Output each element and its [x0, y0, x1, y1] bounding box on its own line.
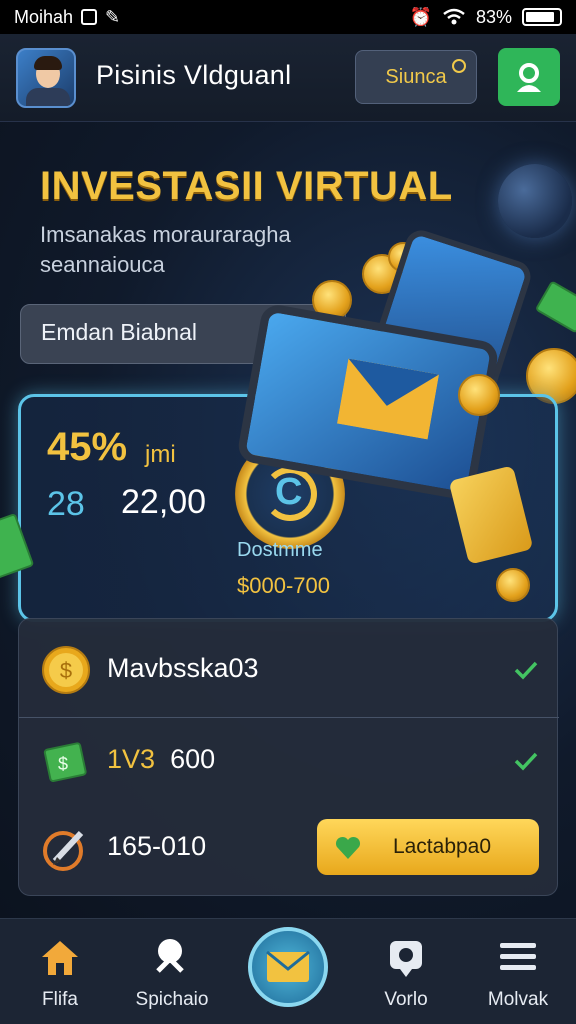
- return-rate: 45%: [47, 425, 128, 469]
- list-item[interactable]: $ 1V3 600: [19, 717, 559, 805]
- menu-icon: [500, 943, 536, 970]
- wifi-icon: [443, 8, 465, 25]
- coin-icon: $: [42, 646, 90, 694]
- main-content: INVESTASII VIRTUAL Imsanakas morauraragh…: [0, 122, 576, 918]
- hero-subtitle: Imsanakas morauraragha seannaiouca: [40, 222, 291, 277]
- list-item[interactable]: $ Mavbsska03: [19, 627, 559, 715]
- list-item-label: Mavbsska03: [107, 653, 259, 683]
- banknote-icon: [534, 280, 576, 334]
- nav-item-search[interactable]: Spichaio: [122, 935, 222, 1011]
- app-title: Pisinis Vldguanl: [96, 60, 292, 90]
- edit-icon: ✎: [105, 6, 121, 27]
- check-icon: [514, 752, 538, 771]
- globe-icon: [498, 164, 572, 238]
- home-icon: [42, 941, 78, 975]
- mail-icon: [266, 951, 310, 982]
- svg-text:$: $: [60, 658, 72, 683]
- search-input-text: Emdan Biabnal: [41, 319, 197, 345]
- list-item-highlight: 1V3: [107, 744, 156, 774]
- pen-icon: [43, 830, 84, 871]
- sign-button-label: Siunca: [385, 65, 447, 88]
- amount-value: 22,00: [121, 483, 207, 521]
- avatar[interactable]: [16, 48, 76, 108]
- list-item-label: 600: [170, 744, 216, 774]
- list-item[interactable]: 165-010 Lactabpa0: [19, 805, 559, 893]
- carrier-label: Moihah: [14, 6, 74, 27]
- user-icon: [517, 63, 541, 92]
- asset-list: $ Mavbsska03 $ 1V3 600 165-010 Lactabpa0: [18, 618, 559, 896]
- coin-icon: [496, 568, 530, 602]
- nav-item-video[interactable]: Vorlo: [356, 935, 456, 1011]
- svg-text:$: $: [58, 754, 68, 774]
- check-icon: [514, 661, 538, 680]
- profile-button[interactable]: [498, 48, 560, 106]
- card-caption: Dostmme: [237, 539, 323, 561]
- return-rate-suffix: jmi: [145, 441, 176, 468]
- nav-label: Molvak: [487, 989, 549, 1010]
- nav-item-home[interactable]: Flifa: [10, 935, 110, 1011]
- nav-item-menu[interactable]: Molvak: [468, 935, 568, 1011]
- chat-icon: [390, 941, 422, 977]
- action-button-label: Lactabpa0: [392, 835, 492, 858]
- notification-icon: [81, 9, 98, 25]
- nav-label: Spichaio: [135, 989, 209, 1010]
- coin-icon: [458, 374, 500, 416]
- money-bill-icon: $: [43, 742, 87, 783]
- action-button[interactable]: Lactabpa0: [317, 819, 539, 875]
- battery-icon: [522, 8, 562, 26]
- nav-label: Vorlo: [384, 989, 428, 1010]
- sign-button[interactable]: Siunca: [355, 50, 477, 104]
- status-bar: Moihah ✎ ⏰ 83%: [0, 0, 576, 34]
- card-range: $000-700: [237, 573, 330, 598]
- alarm-icon: ⏰: [409, 6, 432, 27]
- list-item-label: 165-010: [107, 831, 207, 861]
- battery-percent: 83%: [475, 6, 512, 27]
- bottom-nav: Flifa Spichaio Vorlo Molvak: [0, 918, 576, 1024]
- search-icon: [452, 59, 466, 73]
- hero-title: INVESTASII VIRTUAL: [40, 164, 453, 208]
- nav-item-messages[interactable]: [248, 927, 328, 1007]
- heart-chat-icon: [335, 836, 361, 859]
- app-header: Pisinis Vldguanl Siunca: [0, 34, 576, 122]
- nav-label: Flifa: [42, 989, 78, 1010]
- search-icon: [156, 939, 184, 973]
- list-item-value-group: 1V3 600: [107, 744, 215, 775]
- amount-prefix: 28: [47, 485, 85, 523]
